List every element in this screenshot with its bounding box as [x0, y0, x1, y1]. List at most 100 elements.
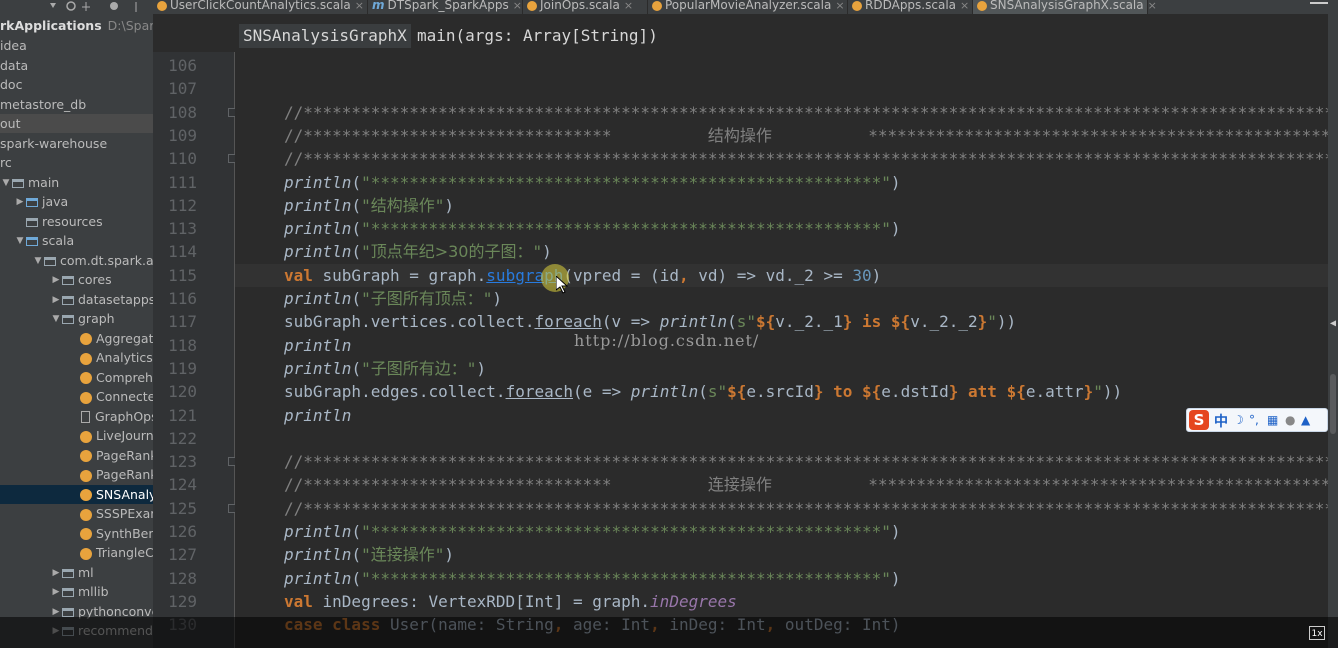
tree-item[interactable]: Connected	[0, 387, 153, 406]
tab-3[interactable]: PopularMovieAnalyzer.scala ×	[648, 0, 848, 14]
project-root[interactable]: rkApplications D:\SparkA	[0, 17, 153, 35]
code-token: v._2._2	[910, 312, 978, 332]
code-line[interactable]: println("子图所有边：")	[284, 357, 486, 380]
tree-item[interactable]: rc	[0, 153, 153, 172]
code-line[interactable]: println("*******************************…	[284, 567, 901, 590]
code-token: //********************************	[284, 475, 708, 495]
code-editor[interactable]: //******************************** ******…	[235, 52, 1328, 648]
user-icon[interactable]: ●	[1285, 413, 1295, 427]
collapsed-arrow-icon[interactable]: ▶	[50, 564, 62, 582]
tree-item[interactable]: spark-warehouse	[0, 134, 153, 153]
code-line[interactable]: println("连接操作")	[284, 543, 454, 566]
punctuation-icon[interactable]: °,	[1249, 413, 1259, 427]
collapsed-arrow-icon[interactable]: ▶	[14, 193, 26, 211]
close-icon[interactable]: ×	[835, 0, 844, 12]
tab-5[interactable]: SNSAnalysisGraphX.scala ×	[973, 0, 1157, 14]
tree-item[interactable]: ▶ datasetapps	[0, 290, 153, 309]
code-line[interactable]: println("子图所有顶点：")	[284, 287, 502, 310]
tree-item[interactable]: ▼ com.dt.spark.apps	[0, 251, 153, 270]
ime-toolbar[interactable]: S 中 ☽ °, ▦ ● ▲	[1186, 408, 1328, 432]
dropdown-icon[interactable]	[50, 3, 56, 8]
tree-item[interactable]: doc	[0, 75, 153, 94]
tab-1[interactable]: m DTSpark_SparkApps ×	[368, 0, 523, 14]
code-line[interactable]: //******************************** 连接操作 …	[284, 473, 1328, 496]
ime-language-toggle[interactable]: 中	[1214, 411, 1228, 431]
tree-item[interactable]: TriangleCou	[0, 543, 154, 562]
tree-item[interactable]: SynthBench	[0, 524, 153, 543]
tab-2[interactable]: JoinOps.scala ×	[523, 0, 648, 14]
code-line[interactable]: subGraph.edges.collect.foreach(e => prin…	[284, 380, 1122, 403]
tab-0[interactable]: UserClickCountAnalytics.scala ×	[153, 0, 368, 14]
tree-item[interactable]: resources	[0, 212, 153, 231]
code-line[interactable]: //**************************************…	[284, 450, 1328, 473]
tree-item[interactable]: SSSPExamp	[0, 504, 153, 523]
collapse-right-icon[interactable]: ◀	[1330, 318, 1336, 329]
gear-icon[interactable]	[110, 2, 118, 10]
tree-item[interactable]: ▼ graph	[0, 309, 153, 328]
tree-item[interactable]: PageRankE	[0, 465, 153, 484]
tree-item[interactable]: ▼ main	[0, 173, 153, 192]
code-line[interactable]: println("顶点年纪>30的子图：")	[284, 240, 552, 263]
editor-vertical-scrollbar[interactable]	[1328, 14, 1338, 648]
expanded-arrow-icon[interactable]: ▼	[32, 252, 44, 270]
tree-item[interactable]: PageRankA	[0, 446, 153, 465]
code-line[interactable]: val inDegrees: VertexRDD[Int] = graph.in…	[284, 590, 737, 613]
code-line[interactable]: //**************************************…	[284, 147, 1328, 170]
code-line[interactable]: //**************************************…	[284, 497, 1328, 520]
moon-icon[interactable]: ☽	[1233, 413, 1244, 427]
line-number: 125	[168, 498, 197, 518]
scrollbar-thumb[interactable]	[1330, 374, 1336, 434]
code-line[interactable]: println("*******************************…	[284, 520, 901, 543]
collapsed-arrow-icon[interactable]: ▶	[50, 271, 62, 289]
code-line[interactable]: //**************************************…	[284, 101, 1328, 124]
tree-item[interactable]: GraphOpsIn	[0, 407, 153, 426]
collapsed-arrow-icon[interactable]: ▶	[50, 583, 62, 601]
code-token: println	[630, 382, 699, 402]
sync-icon[interactable]	[66, 1, 76, 11]
tree-item[interactable]: ▼ scala	[0, 231, 153, 250]
code-line[interactable]: println("结构操作")	[284, 194, 454, 217]
code-line[interactable]: println	[284, 334, 351, 357]
tree-item[interactable]: ▶ java	[0, 192, 153, 211]
code-line[interactable]: println("*******************************…	[284, 217, 901, 240]
expanded-arrow-icon[interactable]: ▼	[50, 310, 62, 328]
collapsed-arrow-icon[interactable]: ▶	[50, 291, 62, 309]
tree-item[interactable]: metastore_db	[0, 95, 153, 114]
code-token: 顶点年纪>30的子图：	[370, 242, 533, 262]
tree-item[interactable]: ▶ ml	[0, 563, 153, 582]
code-line[interactable]: println("*******************************…	[284, 171, 901, 194]
close-icon[interactable]: ×	[355, 0, 364, 12]
tree-item[interactable]: Analytics	[0, 348, 153, 367]
tree-item[interactable]: out	[0, 114, 153, 133]
tree-item[interactable]: ▶ cores	[0, 270, 153, 289]
breadcrumb-class[interactable]: SNSAnalysisGraphX	[239, 24, 411, 48]
expanded-arrow-icon[interactable]: ▼	[14, 232, 26, 250]
tree-item[interactable]: data	[0, 56, 153, 75]
tab-overflow-icon[interactable]	[1310, 2, 1328, 4]
close-icon[interactable]: ×	[1148, 0, 1157, 12]
tree-item-label: TriangleCou	[96, 545, 154, 560]
keyboard-icon[interactable]: ▦	[1267, 413, 1278, 427]
playback-speed-badge[interactable]: 1x	[1309, 626, 1325, 640]
close-icon[interactable]: ×	[960, 0, 969, 12]
tree-item[interactable]: Comprehen	[0, 368, 153, 387]
code-line[interactable]: //******************************** 结构操作 …	[284, 124, 1328, 147]
tree-item[interactable]: AggregateM	[0, 329, 153, 348]
code-token: att	[968, 382, 997, 402]
breadcrumb-method[interactable]: main(args: Array[String])	[417, 24, 658, 48]
expanded-arrow-icon[interactable]: ▼	[0, 174, 12, 192]
tab-4[interactable]: RDDApps.scala ×	[848, 0, 973, 14]
tree-item[interactable]: ▶ mllib	[0, 582, 153, 601]
tools-icon[interactable]: ▲	[1301, 413, 1310, 427]
code-token: "	[434, 195, 445, 215]
close-icon[interactable]: ×	[624, 0, 633, 12]
code-line[interactable]: val subGraph = graph.subgraph(vpred = (i…	[235, 263, 1328, 287]
tree-item-label: data	[0, 57, 29, 73]
tree-item[interactable]: idea	[0, 36, 153, 55]
tree-item[interactable]: SNSAnalysi	[0, 484, 153, 504]
sogou-logo-icon[interactable]: S	[1189, 410, 1209, 430]
code-token: "	[1093, 382, 1103, 402]
close-icon[interactable]: ×	[513, 0, 522, 12]
code-line[interactable]: println	[284, 404, 351, 427]
tree-item[interactable]: LiveJournal	[0, 426, 153, 445]
